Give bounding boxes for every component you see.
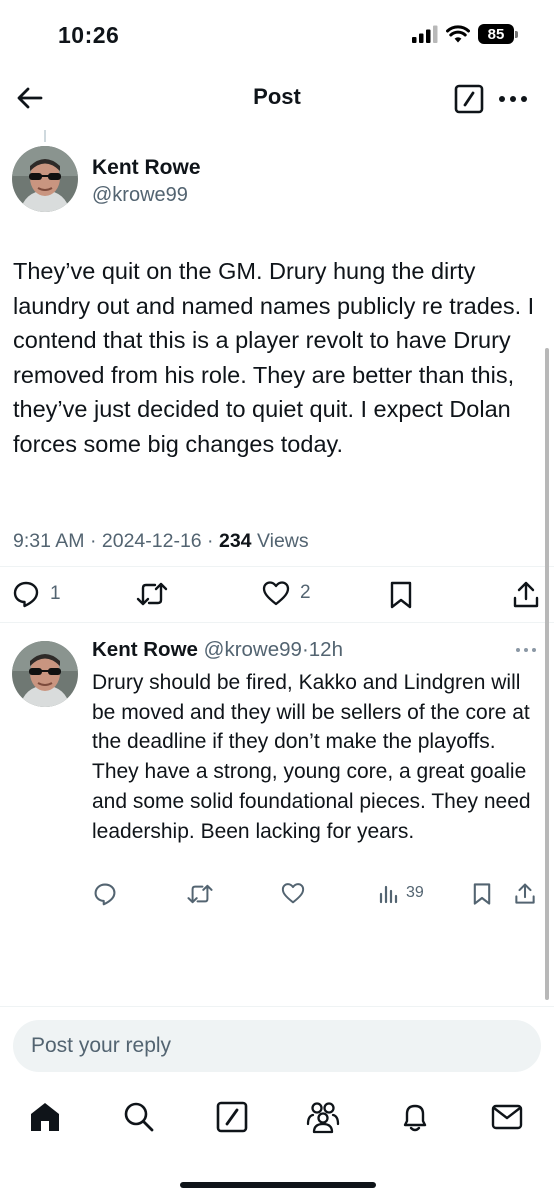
reply-icon [12,580,40,608]
status-bar: 10:26 85 [0,0,554,70]
wifi-icon [446,25,470,43]
reply-count: 1 [50,583,61,604]
more-horizontal-icon [496,84,530,114]
post-date[interactable]: 2024-12-16 [102,530,202,552]
grok-icon [215,1100,249,1134]
like-count: 2 [300,582,311,603]
reply-input[interactable] [31,1020,521,1072]
notifications-icon [398,1100,432,1134]
post-header: Post [0,70,554,130]
tab-grok[interactable] [215,1100,249,1134]
tab-notifications[interactable] [398,1100,432,1134]
tab-messages[interactable] [490,1100,524,1134]
reply-icon [93,882,117,906]
reply-retweet-button[interactable] [186,882,214,906]
bookmark-icon [472,882,492,906]
post-time[interactable]: 9:31 AM [13,530,85,552]
post-action-bar: 1 2 [0,572,554,616]
author-handle[interactable]: @krowe99 [92,184,188,207]
reply-bookmark-button[interactable] [472,882,492,906]
reply-author-handle[interactable]: @krowe99 [204,638,302,661]
search-icon [122,1100,156,1134]
tab-communities[interactable] [305,1100,340,1134]
home-icon [28,1100,62,1134]
heart-icon [281,882,305,904]
post-body: They’ve quit on the GM. Drury hung the d… [13,258,535,457]
meta-separator: · [201,530,219,552]
heart-icon [262,580,290,606]
post-author: Kent Rowe @krowe99 [12,146,542,216]
bookmark-button[interactable] [389,580,413,610]
more-horizontal-icon [512,640,540,660]
reply-author-name[interactable]: Kent Rowe [92,638,198,661]
bottom-tab-bar [0,1090,554,1150]
retweet-icon [135,580,169,608]
reply-age[interactable]: 12h [309,638,343,661]
reply-separator: · [301,638,309,661]
views-label: Views [256,530,309,552]
retweet-button[interactable] [135,580,179,608]
messages-icon [490,1100,524,1134]
bookmark-icon [389,580,413,610]
reply-avatar[interactable] [12,641,78,707]
retweet-icon [186,882,214,906]
meta-separator: · [84,530,102,552]
status-time: 10:26 [58,22,120,48]
reply-share-button[interactable] [514,882,536,906]
reply-composer [13,1020,541,1072]
divider [0,566,554,567]
like-button[interactable]: 2 [262,580,311,606]
edit-icon [454,84,484,114]
battery-icon: 85 [478,24,518,44]
reply-views-button[interactable]: 39 [378,882,424,904]
analytics-icon [378,882,400,904]
reply-reply-button[interactable] [93,882,117,906]
post-meta: 9:31 AM · 2024-12-16 · 234 Views [13,530,309,553]
share-button[interactable] [512,580,540,610]
avatar [12,641,78,707]
tab-search[interactable] [122,1100,156,1134]
reply-action-bar: 39 [0,878,554,910]
home-indicator[interactable] [180,1182,376,1188]
share-icon [512,580,540,610]
views-count: 234 [218,530,252,552]
signal-icon [412,25,438,43]
reply-body: Drury should be fired, Kakko and Lindgre… [92,671,531,843]
communities-icon [305,1100,340,1134]
author-name[interactable]: Kent Rowe [92,156,201,180]
divider [0,622,554,623]
more-options-button[interactable] [496,84,530,114]
reply-more-button[interactable] [512,640,540,660]
reply-like-button[interactable] [281,882,305,904]
divider [0,1006,554,1007]
status-icons: 85 [412,24,518,44]
thread-connector [44,130,46,142]
scrollbar[interactable] [545,348,549,1000]
reply-button[interactable]: 1 [12,580,61,608]
battery-level: 85 [478,24,514,44]
share-icon [514,882,536,906]
avatar[interactable] [12,146,78,212]
tab-home[interactable] [28,1100,62,1134]
compose-button[interactable] [454,84,484,114]
reply-header: Kent Rowe @krowe99·12h [92,638,343,662]
reply-views-count: 39 [406,884,424,901]
